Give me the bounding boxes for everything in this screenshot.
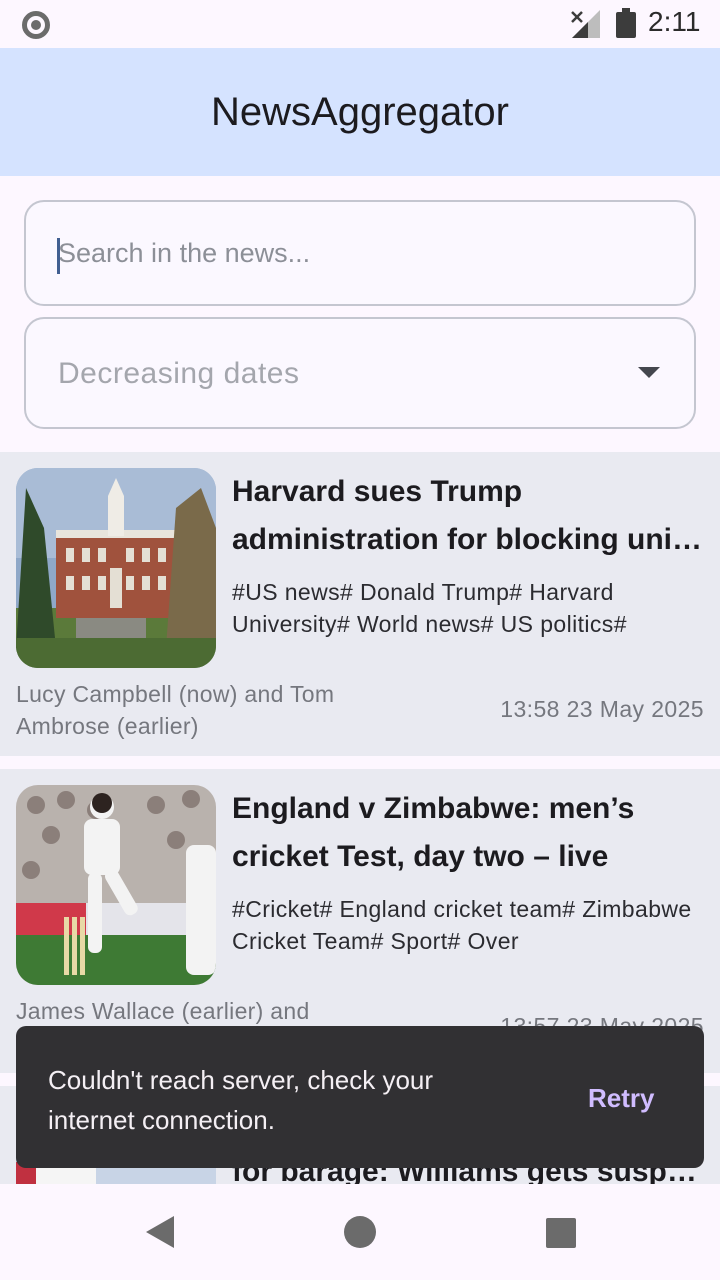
notification-icon [22,11,50,39]
home-icon[interactable] [344,1216,376,1248]
article-title-line: administration for blocking uni… [232,523,703,556]
back-icon[interactable] [146,1216,174,1248]
app-bar: NewsAggregator [0,48,720,176]
article-title: Harvard sues Trump administration for bl… [232,468,706,564]
no-signal-icon [571,10,600,38]
sort-selected-value: Decreasing dates [58,357,300,390]
article-thumbnail [16,785,216,985]
article-authors: Lucy Campbell (now) and Tom Ambrose (ear… [16,681,335,739]
article-tags: #US news# Donald Trump# Harvard Universi… [232,579,627,637]
dropdown-arrow-icon[interactable] [638,367,660,378]
navigation-bar [0,1184,720,1280]
battery-icon [616,8,636,38]
status-time: 2:11 [648,6,701,37]
article-title-line: cricket Test, day two – live [232,840,609,873]
article-date: 13:58 23 May 2025 [500,696,704,722]
article-authors: James Wallace (earlier) and [16,998,310,1024]
text-cursor [57,238,60,274]
app-title: NewsAggregator [211,90,509,134]
recents-icon[interactable] [546,1218,576,1248]
article-title: England v Zimbabwe: men’s cricket Test, … [232,785,706,881]
article-thumbnail [16,468,216,668]
app-screen: 2:11 NewsAggregator Search in the news..… [0,0,720,1280]
status-bar: 2:11 [0,0,720,48]
article-tags: #Cricket# England cricket team# Zimbabwe… [232,896,692,954]
article-title-line: England v Zimbabwe: men’s [232,792,635,825]
search-placeholder: Search in the news... [58,238,311,268]
retry-button[interactable]: Retry [588,1078,688,1118]
sort-dropdown[interactable]: Decreasing dates [24,317,696,429]
article-title-line: Harvard sues Trump [232,475,523,508]
article-card[interactable]: Harvard sues Trump administration for bl… [0,452,720,756]
snackbar: Couldn't reach server, check your intern… [16,1026,704,1168]
snackbar-message: Couldn't reach server, check your intern… [48,1065,434,1135]
search-input[interactable]: Search in the news... [24,200,696,306]
